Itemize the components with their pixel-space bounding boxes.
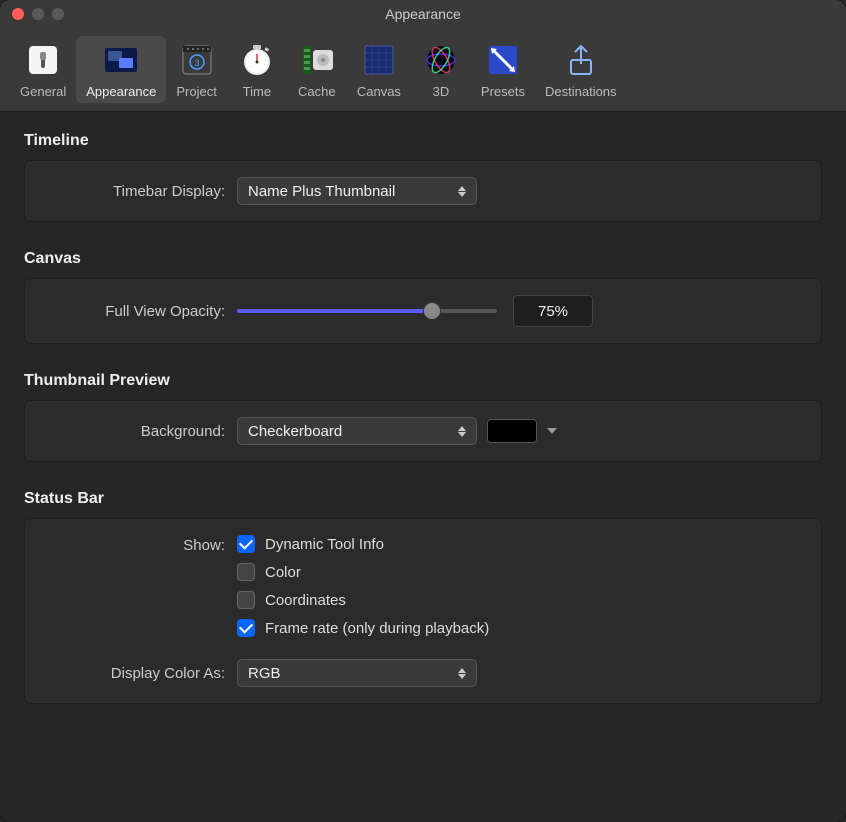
preferences-window: Appearance General Appearance 3 Project (0, 0, 846, 822)
slider-thumb[interactable] (423, 302, 441, 320)
tab-label: Cache (298, 84, 336, 99)
display-color-label: Display Color As: (45, 665, 237, 682)
canvas-icon (359, 40, 399, 80)
background-color-well[interactable] (487, 419, 537, 443)
checkbox-dynamic-tool-info[interactable]: Dynamic Tool Info (237, 535, 384, 553)
section-heading: Thumbnail Preview (24, 372, 822, 390)
section-heading: Timeline (24, 132, 822, 150)
general-icon (23, 40, 63, 80)
section-heading: Canvas (24, 250, 822, 268)
timebar-display-select[interactable]: Name Plus Thumbnail (237, 177, 477, 205)
tab-cache[interactable]: Cache (287, 36, 347, 103)
tab-project[interactable]: 3 Project (166, 36, 226, 103)
slider-fill (237, 309, 432, 313)
time-icon (237, 40, 277, 80)
zoom-button[interactable] (52, 8, 64, 20)
checkbox-label: Coordinates (265, 592, 346, 609)
close-button[interactable] (12, 8, 24, 20)
tab-label: Appearance (86, 84, 156, 99)
section-statusbar: Status Bar Show: Dynamic Tool Info Color (24, 490, 822, 704)
checkbox-label: Frame rate (only during playback) (265, 620, 489, 637)
tab-canvas[interactable]: Canvas (347, 36, 411, 103)
tab-general[interactable]: General (10, 36, 76, 103)
3d-icon (421, 40, 461, 80)
updown-icon (458, 665, 470, 681)
cache-icon (297, 40, 337, 80)
presets-icon (483, 40, 523, 80)
select-value: Checkerboard (248, 423, 342, 440)
tab-label: 3D (433, 84, 450, 99)
section-heading: Status Bar (24, 490, 822, 508)
preferences-toolbar: General Appearance 3 Project Time Cache (0, 28, 846, 112)
tab-label: General (20, 84, 66, 99)
window-controls (0, 8, 64, 20)
checkbox-icon (237, 591, 255, 609)
select-value: Name Plus Thumbnail (248, 183, 395, 200)
tab-3d[interactable]: 3D (411, 36, 471, 103)
tab-presets[interactable]: Presets (471, 36, 535, 103)
checkbox-icon (237, 619, 255, 637)
appearance-icon (101, 40, 141, 80)
destinations-icon (561, 40, 601, 80)
tab-label: Project (176, 84, 216, 99)
timebar-display-label: Timebar Display: (45, 183, 237, 200)
section-canvas: Canvas Full View Opacity: 75% (24, 250, 822, 344)
checkbox-icon (237, 563, 255, 581)
display-color-select[interactable]: RGB (237, 659, 477, 687)
checkbox-label: Dynamic Tool Info (265, 536, 384, 553)
minimize-button[interactable] (32, 8, 44, 20)
titlebar: Appearance (0, 0, 846, 28)
content-area: Timeline Timebar Display: Name Plus Thum… (0, 112, 846, 822)
svg-text:3: 3 (194, 58, 199, 68)
background-label: Background: (45, 423, 237, 440)
tab-appearance[interactable]: Appearance (76, 36, 166, 103)
opacity-label: Full View Opacity: (45, 303, 237, 320)
section-thumbnail: Thumbnail Preview Background: Checkerboa… (24, 372, 822, 462)
updown-icon (458, 423, 470, 439)
opacity-value-field[interactable]: 75% (513, 295, 593, 327)
tab-label: Destinations (545, 84, 617, 99)
project-icon: 3 (177, 40, 217, 80)
chevron-down-icon[interactable] (547, 425, 557, 437)
tab-time[interactable]: Time (227, 36, 287, 103)
checkbox-coordinates[interactable]: Coordinates (237, 591, 346, 609)
select-value: RGB (248, 665, 281, 682)
window-title: Appearance (0, 6, 846, 22)
opacity-slider[interactable] (237, 309, 497, 313)
tab-label: Time (243, 84, 271, 99)
tab-destinations[interactable]: Destinations (535, 36, 627, 103)
checkbox-frame-rate[interactable]: Frame rate (only during playback) (237, 619, 489, 637)
checkbox-color[interactable]: Color (237, 563, 301, 581)
opacity-value: 75% (538, 303, 568, 320)
tab-label: Canvas (357, 84, 401, 99)
background-select[interactable]: Checkerboard (237, 417, 477, 445)
section-timeline: Timeline Timebar Display: Name Plus Thum… (24, 132, 822, 222)
updown-icon (458, 183, 470, 199)
show-label: Show: (45, 535, 237, 554)
checkbox-label: Color (265, 564, 301, 581)
checkbox-icon (237, 535, 255, 553)
tab-label: Presets (481, 84, 525, 99)
